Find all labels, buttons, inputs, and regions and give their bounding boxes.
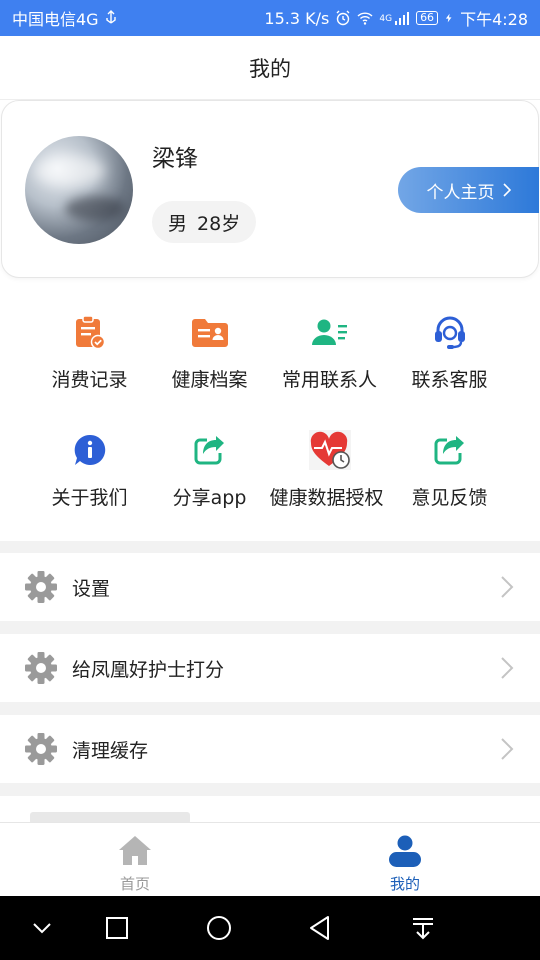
partially-hidden-row[interactable] (0, 796, 540, 822)
user-meta-badge: 男 28岁 (152, 201, 257, 243)
grid-item-feedback[interactable]: 意见反馈 (382, 428, 517, 511)
feedback-share-icon (434, 436, 464, 465)
chevron-right-icon (501, 738, 514, 760)
grid-item-label: 健康档案 (171, 369, 248, 391)
wifi-icon (357, 12, 373, 25)
grid-item-contact-support[interactable]: 联系客服 (382, 310, 517, 393)
personal-homepage-button[interactable]: 个人主页 (398, 167, 539, 213)
header: 我的 (0, 36, 540, 100)
clear-cache-row[interactable]: 清理缓存 (0, 715, 540, 783)
home-circle-icon[interactable] (201, 910, 237, 946)
grid-item-health-data-authorization[interactable]: 健康数据授权 (262, 428, 397, 511)
profile-section: 梁锋 男 28岁 个人主页 (0, 100, 540, 288)
tab-home[interactable]: 首页 (70, 823, 200, 897)
tab-mine-label: 我的 (389, 875, 420, 893)
chevron-right-icon (502, 183, 511, 197)
share-icon (194, 436, 224, 465)
page-title: 我的 (249, 56, 291, 81)
avatar[interactable] (25, 136, 133, 244)
gear-icon (25, 571, 57, 603)
grid-item-about-us[interactable]: 关于我们 (22, 428, 157, 511)
system-navigation-bar (0, 896, 540, 960)
health-data-icon (308, 430, 351, 470)
settings-row[interactable]: 设置 (0, 553, 540, 621)
hidden-row-content (30, 812, 190, 822)
settings-label: 设置 (72, 577, 111, 600)
net-speed-text: 15.3 K/s (264, 8, 330, 28)
grid-item-label: 联系客服 (411, 369, 488, 391)
network-type-text: 4G (379, 14, 393, 24)
user-name: 梁锋 (152, 146, 198, 172)
gear-icon (25, 733, 57, 765)
tab-home-label: 首页 (119, 875, 150, 893)
collapse-icon[interactable] (24, 910, 60, 946)
grid-item-label: 意见反馈 (411, 487, 488, 509)
rate-app-row[interactable]: 给凤凰好护士打分 (0, 634, 540, 702)
grid-item-health-records[interactable]: 健康档案 (142, 310, 277, 393)
home-icon (119, 836, 151, 865)
status-bar: 中国电信4G 15.3 K/s 4G 66 下午4:28 (0, 0, 540, 36)
grid-item-consumption-records[interactable]: 消费记录 (22, 310, 157, 393)
id-card-folder-icon (191, 319, 228, 347)
user-gender: 男 (168, 212, 188, 235)
chevron-right-icon (501, 657, 514, 679)
gear-icon (25, 652, 57, 684)
grid-item-label: 分享app (172, 487, 247, 509)
signal-icon (395, 12, 410, 25)
charging-icon (445, 13, 452, 23)
clipboard-check-icon (75, 315, 105, 350)
contact-list-icon (311, 319, 347, 345)
alarm-icon (336, 10, 350, 26)
homepage-button-label: 个人主页 (426, 182, 495, 203)
grid-item-frequent-contacts[interactable]: 常用联系人 (262, 310, 397, 393)
profile-card: 梁锋 男 28岁 个人主页 (1, 100, 539, 278)
headset-icon (434, 316, 465, 349)
recents-icon[interactable] (99, 910, 135, 946)
grid-item-label: 关于我们 (51, 487, 128, 509)
bottom-tab-bar: 首页 我的 (0, 822, 540, 896)
chevron-right-icon (501, 576, 514, 598)
back-icon[interactable] (302, 910, 338, 946)
info-bubble-icon (74, 434, 105, 465)
clock-text: 下午4:28 (460, 10, 528, 29)
feature-grid: 消费记录 健康档案 常用联系人 联系客服 关于我们 分享app 健康数据授权 意… (0, 288, 540, 541)
grid-item-label: 消费记录 (51, 369, 128, 391)
person-icon (389, 835, 421, 867)
usb-icon (105, 10, 116, 24)
clear-cache-label: 清理缓存 (72, 739, 149, 762)
notification-pull-icon[interactable] (405, 910, 441, 946)
rate-app-label: 给凤凰好护士打分 (72, 658, 225, 681)
tab-mine[interactable]: 我的 (340, 823, 470, 897)
user-age: 28岁 (197, 212, 241, 235)
battery-indicator: 66 (416, 11, 439, 25)
carrier-text: 中国电信4G (12, 10, 99, 29)
grid-item-label: 健康数据授权 (269, 487, 384, 509)
grid-item-share-app[interactable]: 分享app (142, 428, 277, 511)
grid-item-label: 常用联系人 (281, 369, 377, 391)
